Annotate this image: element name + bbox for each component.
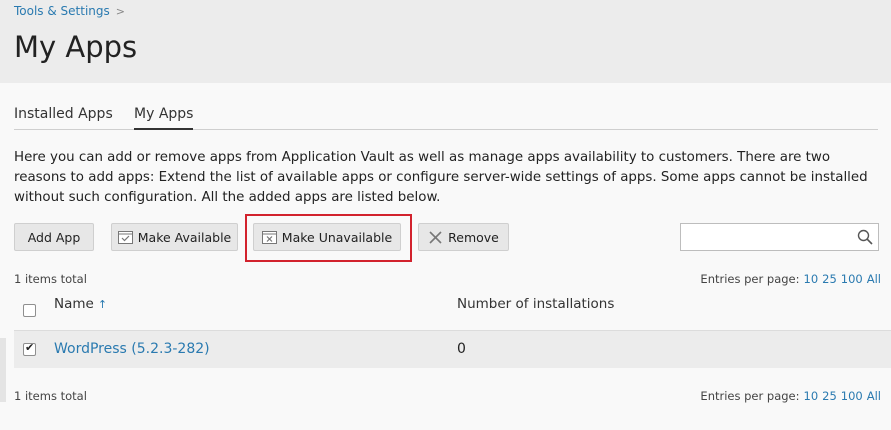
breadcrumb[interactable]: Tools & Settings > (14, 4, 125, 18)
left-edge-strip (0, 338, 6, 402)
breadcrumb-link-tools-settings[interactable]: Tools & Settings (14, 4, 110, 18)
column-header-name[interactable]: Name ↑ (54, 296, 107, 326)
tab-bar: Installed Apps My Apps (14, 106, 878, 130)
page-title: My Apps (14, 30, 138, 64)
table-row: WordPress (5.2.3-282) 0 (14, 330, 891, 368)
entries-per-page-top: Entries per page: 10 25 100 All (700, 272, 881, 286)
search-input[interactable] (681, 224, 851, 250)
installations-count: 0 (457, 341, 466, 357)
column-header-name-label: Name (54, 296, 94, 312)
search-icon[interactable] (857, 229, 873, 245)
entries-per-page-label-bottom: Entries per page: (700, 389, 800, 403)
entries-option-10-bottom[interactable]: 10 (804, 389, 819, 403)
remove-label: Remove (448, 229, 499, 245)
entries-per-page-label: Entries per page: (700, 272, 800, 286)
entries-option-100-bottom[interactable]: 100 (841, 389, 863, 403)
entries-per-page-bottom: Entries per page: 10 25 100 All (700, 389, 881, 403)
make-available-label: Make Available (137, 229, 232, 245)
tab-installed-apps[interactable]: Installed Apps (14, 106, 113, 130)
tab-my-apps[interactable]: My Apps (134, 106, 194, 130)
add-app-label: Add App (27, 229, 81, 245)
page-header: Tools & Settings > My Apps (0, 0, 891, 83)
column-header-installations[interactable]: Number of installations (457, 296, 614, 326)
make-available-button[interactable]: Make Available (111, 223, 238, 251)
sort-up-icon[interactable]: ↑ (98, 298, 107, 311)
select-all-checkbox[interactable] (23, 304, 36, 317)
entries-option-25[interactable]: 25 (822, 272, 837, 286)
entries-option-25-bottom[interactable]: 25 (822, 389, 837, 403)
highlight-box (245, 214, 412, 262)
add-app-button[interactable]: Add App (14, 223, 94, 251)
remove-button[interactable]: Remove (418, 223, 509, 251)
make-available-icon (117, 230, 133, 244)
row-checkbox[interactable] (23, 341, 36, 356)
page-description: Here you can add or remove apps from App… (14, 150, 868, 205)
remove-x-icon (429, 230, 442, 244)
items-total-bottom: 1 items total (14, 389, 87, 403)
items-total-top: 1 items total (14, 272, 87, 286)
chevron-right-icon: > (115, 4, 125, 18)
entries-option-all-bottom[interactable]: All (867, 389, 881, 403)
search-box[interactable] (680, 223, 879, 251)
entries-option-10[interactable]: 10 (804, 272, 819, 286)
entries-option-100[interactable]: 100 (841, 272, 863, 286)
entries-option-all[interactable]: All (867, 272, 881, 286)
app-name-link[interactable]: WordPress (5.2.3-282) (54, 341, 210, 357)
